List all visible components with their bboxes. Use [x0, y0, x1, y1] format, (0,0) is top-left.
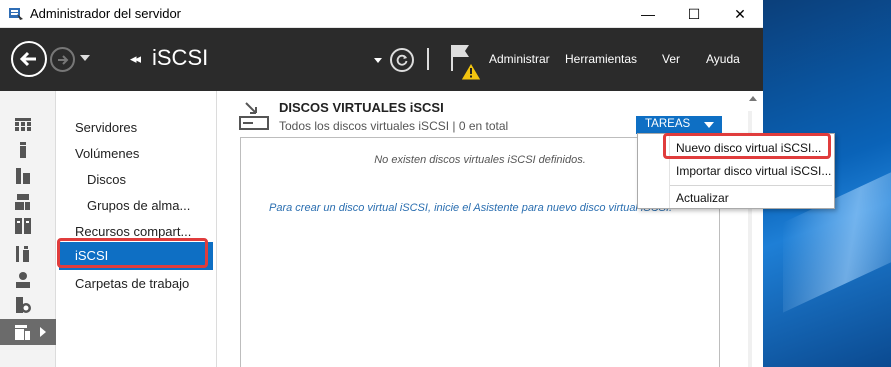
- server-manager-icon: [9, 8, 23, 20]
- tools-icon[interactable]: [14, 245, 32, 263]
- maximize-button[interactable]: ☐: [671, 0, 717, 28]
- nav-item-volumenes[interactable]: Volúmenes: [75, 146, 139, 161]
- file-services-icon[interactable]: [14, 193, 32, 211]
- history-dropdown-icon[interactable]: [80, 55, 90, 61]
- breadcrumb-arrows: ◂◂: [130, 51, 141, 66]
- header-divider: [427, 48, 429, 70]
- back-button[interactable]: [11, 41, 47, 77]
- menu-item-refresh[interactable]: Actualizar: [676, 191, 729, 205]
- tasks-button[interactable]: TAREAS: [636, 116, 722, 134]
- icon-rail: [0, 91, 56, 367]
- nav-item-grupos-almacenamiento[interactable]: Grupos de alma...: [87, 198, 190, 213]
- nav-item-recursos-compartidos[interactable]: Recursos compart...: [75, 224, 191, 239]
- forward-button[interactable]: [50, 47, 75, 72]
- menu-separator: [670, 185, 832, 186]
- section-title: DISCOS VIRTUALES iSCSI: [279, 100, 444, 115]
- user-storage-icon[interactable]: [14, 271, 32, 289]
- title-bar: Administrador del servidor — ☐ ✕: [0, 0, 763, 28]
- menu-ayuda[interactable]: Ayuda: [706, 52, 740, 66]
- navigation-pane: Servidores Volúmenes Discos Grupos de al…: [57, 91, 217, 367]
- menu-administrar[interactable]: Administrar: [489, 52, 550, 66]
- backup-icon[interactable]: [14, 296, 32, 314]
- notifications-flag-icon[interactable]: [447, 41, 483, 81]
- server-manager-window: Administrador del servidor — ☐ ✕ ◂◂ iSCS…: [0, 0, 835, 367]
- nav-item-discos[interactable]: Discos: [87, 172, 126, 187]
- collapse-section-icon[interactable]: [749, 96, 757, 101]
- section-subtitle: Todos los discos virtuales iSCSI | 0 en …: [279, 119, 509, 133]
- arrow-right-icon: [57, 54, 68, 65]
- expand-caret-icon[interactable]: [40, 327, 46, 337]
- refresh-button[interactable]: [390, 48, 414, 72]
- menu-item-import-virtual-disk[interactable]: Importar disco virtual iSCSI...: [676, 164, 831, 178]
- refresh-icon: [396, 54, 408, 66]
- highlight-box-menu: [663, 133, 831, 159]
- storage-icon[interactable]: [14, 217, 32, 235]
- minimize-button[interactable]: —: [625, 0, 671, 28]
- breadcrumb-dropdown-icon[interactable]: [374, 58, 382, 63]
- nav-item-servidores[interactable]: Servidores: [75, 120, 137, 135]
- all-servers-icon[interactable]: [14, 167, 32, 185]
- header-bar: ◂◂ iSCSI Administrar Herramientas Ver Ay…: [0, 28, 763, 91]
- menu-herramientas[interactable]: Herramientas: [565, 52, 637, 66]
- highlight-box-nav: [57, 238, 208, 268]
- tasks-button-label: TAREAS: [645, 118, 691, 130]
- menu-ver[interactable]: Ver: [662, 52, 680, 66]
- window-title: Administrador del servidor: [30, 6, 182, 21]
- chevron-down-icon: [704, 122, 714, 128]
- close-button[interactable]: ✕: [717, 0, 763, 28]
- file-storage-icon[interactable]: [14, 323, 32, 341]
- virtual-disk-icon: [239, 102, 269, 130]
- dashboard-icon[interactable]: [14, 116, 32, 134]
- server-icon[interactable]: [14, 141, 32, 159]
- arrow-left-icon: [19, 51, 36, 67]
- new-disk-wizard-link[interactable]: Para crear un disco virtual iSCSI, inici…: [269, 202, 672, 214]
- nav-item-carpetas-trabajo[interactable]: Carpetas de trabajo: [75, 276, 189, 291]
- page-title: iSCSI: [152, 45, 209, 70]
